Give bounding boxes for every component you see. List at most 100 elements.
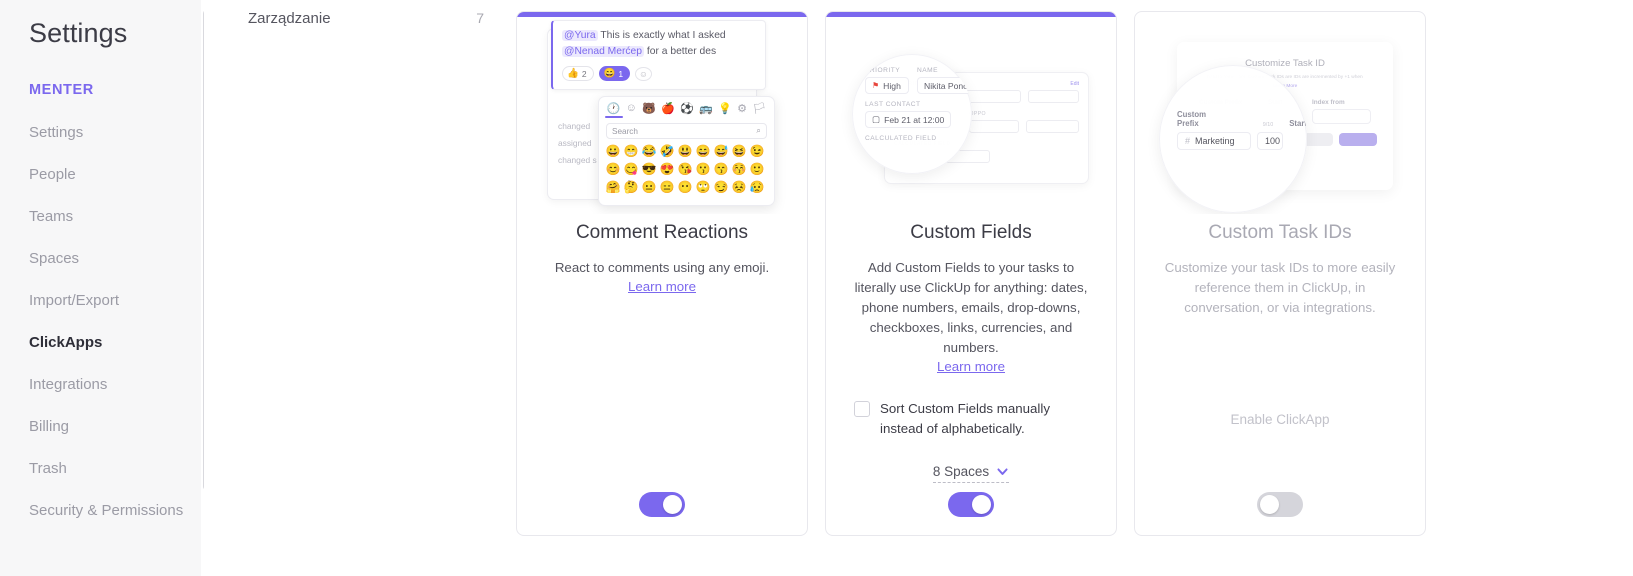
emoji-cell[interactable]: 😊 (605, 161, 621, 177)
toggle-knob (972, 495, 991, 514)
emoji-cell[interactable]: 😋 (623, 161, 639, 177)
spaces-dropdown[interactable]: 8 Spaces (932, 464, 1010, 483)
page-title: Settings (29, 18, 128, 48)
sidebar-item-people[interactable]: People (0, 154, 204, 196)
emoji-cell[interactable]: 😀 (605, 143, 621, 159)
add-reaction-icon[interactable]: ☺ (635, 66, 652, 81)
panel-edit-link: Edit (1070, 81, 1079, 87)
lens-field-priority: ⚑ High (865, 77, 909, 94)
sidebar-item-trash[interactable]: Trash (0, 448, 204, 490)
emoji-search-input[interactable]: Search ⌕ (606, 123, 767, 139)
emoji-tab-objects[interactable]: 💡 (718, 102, 732, 115)
field-box (1025, 120, 1080, 133)
emoji-cell[interactable]: 😅 (713, 143, 729, 159)
emoji-cell[interactable]: 😐 (641, 179, 657, 195)
emoji-cell[interactable]: 😚 (731, 161, 747, 177)
emoji-cell[interactable]: 😘 (677, 161, 693, 177)
reaction-chip-row: 👍 2 😄 1 ☺ (562, 66, 757, 81)
sidebar-item-teams[interactable]: Teams (0, 196, 204, 238)
comment-line-2: @Nenad Merćep for a better des (562, 44, 757, 60)
enable-clickapp-label: Enable ClickApp (1230, 412, 1330, 427)
lens-prefix-counter: 9/10 (1262, 122, 1274, 128)
emoji-cell[interactable]: 😑 (659, 179, 675, 195)
emoji-tab-indicator (605, 116, 623, 118)
reaction-chip-thumbsup[interactable]: 👍 2 (562, 66, 594, 81)
emoji-cell[interactable]: 😆 (731, 143, 747, 159)
emoji-cell[interactable]: 😉 (749, 143, 765, 159)
emoji-tab-animals[interactable]: 🐻 (642, 102, 656, 115)
lens-prefix-input: # Marketing (1177, 132, 1251, 150)
emoji-cell[interactable]: 😎 (641, 161, 657, 177)
sort-custom-fields-option: Sort Custom Fields manually instead of a… (826, 376, 1116, 439)
emoji-tab-travel[interactable]: 🚌 (699, 102, 713, 115)
emoji-cell[interactable]: 😥 (749, 179, 765, 195)
lens-prefix-header: Custom Prefix 9/10 Start (1177, 110, 1307, 128)
emoji-cell[interactable]: 🙄 (695, 179, 711, 195)
card-title: Custom Task IDs (1208, 222, 1352, 243)
custom-fields-illustration: Edit PRIORITY NAME (826, 12, 1116, 214)
thumbs-up-icon: 👍 (567, 68, 579, 79)
emoji-cell[interactable]: 🤗 (605, 179, 621, 195)
category-count: 7 (476, 10, 484, 26)
emoji-tab-flags[interactable]: 🏳 (752, 102, 766, 115)
sidebar-item-spaces[interactable]: Spaces (0, 238, 204, 280)
emoji-cell[interactable]: 🤔 (623, 179, 639, 195)
emoji-cell[interactable]: 😂 (641, 143, 657, 159)
lens-content: PRIORITY ⚑ High NAME Nikita Ponomarev (852, 54, 972, 142)
card-description: React to comments using any emoji. (554, 260, 770, 275)
emoji-cell[interactable]: 🤣 (659, 143, 675, 159)
learn-more-link[interactable]: Learn more (937, 359, 1005, 374)
sidebar-item-billing[interactable]: Billing (0, 406, 204, 448)
search-icon: ⌕ (756, 126, 761, 135)
laugh-emoji-icon: 😄 (603, 68, 616, 79)
emoji-cell[interactable]: 😍 (659, 161, 675, 177)
emoji-cell[interactable]: 🙂 (749, 161, 765, 177)
emoji-cell[interactable]: 😣 (731, 179, 747, 195)
emoji-cell[interactable]: 😃 (677, 143, 693, 159)
magnifier-lens: PRIORITY ⚑ High NAME Nikita Ponomarev (852, 54, 972, 174)
lens-field-value: Feb 21 at 12:00 (884, 114, 945, 125)
category-row-zarzadzanie[interactable]: Zarządzanie 7 (204, 4, 516, 32)
sidebar-item-settings[interactable]: Settings (0, 112, 204, 154)
spaces-selector-wrap: 8 Spaces (826, 463, 1116, 483)
sort-custom-fields-checkbox[interactable] (854, 401, 870, 417)
clickapp-toggle-custom-task-ids[interactable] (1257, 492, 1303, 517)
card-title: Comment Reactions (575, 222, 749, 243)
comment-line-1: @Yura This is exactly what I asked (562, 28, 757, 44)
settings-sidebar: Settings MENTER Settings People Teams Sp… (0, 0, 204, 576)
comment-mention-2: @Nenad Merćep (562, 46, 644, 57)
workspace-name: MENTER (29, 82, 94, 98)
emoji-tab-recent[interactable]: 🕐 (607, 102, 621, 115)
emoji-cell[interactable]: 😄 (695, 143, 711, 159)
emoji-tab-smileys[interactable]: ☺ (626, 102, 637, 115)
clickapp-toggle-custom-fields[interactable] (948, 492, 994, 517)
lens-start-value: 100 (1265, 136, 1281, 146)
emoji-cell[interactable]: 😙 (713, 161, 729, 177)
lens-prefix-value: Marketing (1195, 136, 1235, 146)
reaction-chip-laugh[interactable]: 😄 1 (598, 66, 631, 81)
emoji-cell[interactable]: 😁 (623, 143, 639, 159)
comment-mention-1: @Yura (562, 30, 598, 41)
sidebar-item-security-permissions[interactable]: Security & Permissions (0, 490, 204, 532)
card-description: Add Custom Fields to your tasks to liter… (854, 260, 1088, 355)
emoji-tab-symbols[interactable]: ⚙ (737, 102, 747, 115)
emoji-cell[interactable]: 😶 (677, 179, 693, 195)
emoji-picker-tabs: 🕐 ☺ 🐻 🍎 ⚽ 🚌 💡 ⚙ 🏳 (599, 97, 774, 118)
emoji-cell[interactable]: 😗 (695, 161, 711, 177)
emoji-tab-food[interactable]: 🍎 (661, 102, 675, 115)
learn-more-link[interactable]: Learn more (628, 279, 696, 294)
emoji-cell[interactable]: 😏 (713, 179, 729, 195)
sidebar-item-clickapps[interactable]: ClickApps (0, 322, 204, 364)
sidebar-item-integrations[interactable]: Integrations (0, 364, 204, 406)
sidebar-item-import-export[interactable]: Import/Export (0, 280, 204, 322)
lens-field-label: CALCULATED FIELD (865, 135, 937, 142)
emoji-tab-activity[interactable]: ⚽ (680, 102, 694, 115)
sidebar-nav: Settings People Teams Spaces Import/Expo… (0, 112, 204, 532)
chevron-down-icon (997, 468, 1008, 475)
emoji-picker: 🕐 ☺ 🐻 🍎 ⚽ 🚌 💡 ⚙ 🏳 Search ⌕ 😀 😁 😂 🤣 😃 😄 😅… (598, 96, 775, 206)
learn-more-wrap: Learn more (826, 358, 1116, 376)
clickapp-card-comment-reactions: changed assigned changed s @Yura This is… (516, 11, 808, 536)
emoji-grid: 😀 😁 😂 🤣 😃 😄 😅 😆 😉 😊 😋 😎 😍 😘 😗 😙 😚 🙂 🤗 🤔 … (599, 139, 774, 195)
clickapp-toggle-comment-reactions[interactable] (639, 492, 685, 517)
clickapp-card-custom-task-ids: Customize Task ID hard to remember. Cust… (1134, 11, 1426, 536)
